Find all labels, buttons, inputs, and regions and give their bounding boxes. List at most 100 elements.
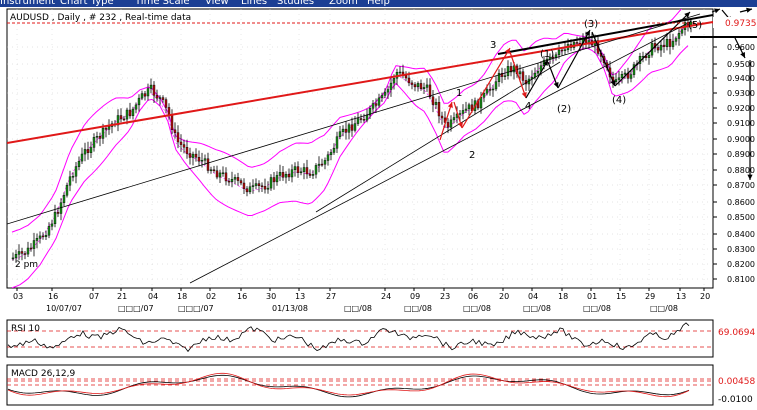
candle-body — [152, 84, 156, 96]
candle-body — [416, 83, 420, 88]
candle-body — [41, 235, 45, 238]
month-label: □□/08 — [344, 304, 372, 313]
candle-body — [62, 194, 66, 203]
menu-item-view[interactable]: View — [205, 0, 229, 7]
candle-body — [158, 97, 162, 99]
candle-body — [239, 180, 243, 184]
candle-body — [233, 177, 237, 180]
candle-body — [614, 79, 618, 82]
date-tick-label: 13 — [676, 292, 686, 301]
candle-body — [293, 166, 297, 170]
candle-body — [671, 41, 675, 47]
date-tick-label: 20 — [700, 292, 710, 301]
wave-2-paren-label: (2) — [557, 104, 571, 115]
candle-body — [629, 74, 633, 79]
wave-1-paren-label: (1) — [540, 49, 554, 60]
candle-body — [224, 172, 228, 182]
candle-body — [80, 153, 84, 162]
menu-item-instrument[interactable]: Instrument — [0, 0, 55, 7]
date-tick-label: 03 — [13, 292, 23, 301]
candle-body — [170, 114, 174, 131]
price-tick-label: 0.8600 — [727, 198, 755, 207]
candle-body — [44, 234, 48, 237]
candle-body — [437, 102, 441, 117]
candle-body — [425, 84, 429, 88]
candle-body — [656, 47, 660, 51]
candle-body — [266, 187, 270, 190]
price-tick-label: 0.9300 — [727, 89, 755, 98]
candle-body — [218, 172, 222, 178]
candle-body — [191, 153, 195, 158]
candle-body — [47, 225, 51, 236]
candle-body — [29, 247, 33, 250]
candle-body — [431, 96, 435, 105]
candle-body — [17, 251, 21, 255]
candle-body — [209, 169, 213, 172]
candle-body — [575, 42, 579, 44]
candle-body — [56, 212, 60, 214]
candle-body — [419, 83, 423, 89]
wave-4-label: 4 — [525, 101, 531, 112]
candle-body — [389, 82, 393, 90]
wave-3-label: 3 — [490, 40, 496, 51]
menu-bar: Instrument Chart Type Time Scale View Lines S… — [0, 0, 757, 7]
candle-body — [71, 175, 75, 178]
candle-body — [281, 172, 285, 178]
candle-body — [188, 153, 192, 158]
candle-body — [494, 81, 498, 90]
price-tick-label: 0.8100 — [727, 275, 755, 284]
candle-body — [236, 177, 240, 181]
menu-item-zoom[interactable]: Zoom — [329, 0, 358, 7]
price-axis: 0.9600 0.9500 0.9400 0.9300 0.9200 0.9100 0.90… — [713, 43, 755, 284]
menu-item-chart-type[interactable]: Chart Type — [60, 0, 114, 7]
date-tick-label: 29 — [645, 292, 655, 301]
candle-body — [278, 172, 282, 176]
candle-body — [305, 167, 309, 175]
candle-body — [482, 92, 486, 98]
candle-body — [185, 146, 189, 154]
candle-body — [65, 184, 69, 196]
date-tick-label: 09 — [410, 292, 420, 301]
corner-label: 2 pm — [15, 260, 38, 270]
date-tick-label: 18 — [177, 292, 187, 301]
candle-body — [302, 167, 306, 173]
candle-body — [458, 113, 462, 115]
candle-body — [212, 169, 216, 172]
candle-body — [230, 178, 234, 182]
candle-body — [275, 175, 279, 183]
candle-body — [287, 173, 291, 178]
candle-body — [344, 128, 348, 133]
candle-body — [560, 49, 564, 52]
price-tick-label: 0.8700 — [727, 181, 755, 190]
candle-body — [521, 71, 525, 81]
menu-item-help[interactable]: Help — [367, 0, 390, 7]
candle-body — [377, 97, 381, 106]
rsi-value: 69.0694 — [718, 328, 755, 338]
candle-body — [227, 180, 231, 183]
candle-body — [68, 176, 72, 186]
candle-body — [332, 148, 336, 153]
menu-item-time-scale[interactable]: Time Scale — [135, 0, 190, 7]
date-tick-label: 16 — [48, 292, 58, 301]
candle-body — [410, 82, 414, 85]
candle-body — [254, 183, 258, 186]
date-tick-label: 01 — [587, 292, 597, 301]
price-tick-label: 0.8300 — [727, 245, 755, 254]
candle-body — [623, 72, 627, 75]
menu-item-studies[interactable]: Studies — [277, 0, 314, 7]
candle-body — [131, 108, 135, 116]
candle-body — [464, 108, 468, 111]
candle-body — [83, 149, 87, 155]
candle-body — [479, 97, 483, 109]
candle-body — [338, 131, 342, 137]
candle-body — [206, 158, 210, 171]
candle-body — [356, 118, 360, 124]
candle-body — [251, 185, 255, 187]
candle-body — [182, 144, 186, 148]
price-tick-label: 0.9400 — [727, 74, 755, 83]
month-label: □□/08 — [583, 304, 611, 313]
menu-item-lines[interactable]: Lines — [241, 0, 267, 7]
candle-body — [140, 93, 144, 99]
candle-body — [197, 156, 201, 162]
rsi-label: RSI 10 — [11, 324, 40, 334]
